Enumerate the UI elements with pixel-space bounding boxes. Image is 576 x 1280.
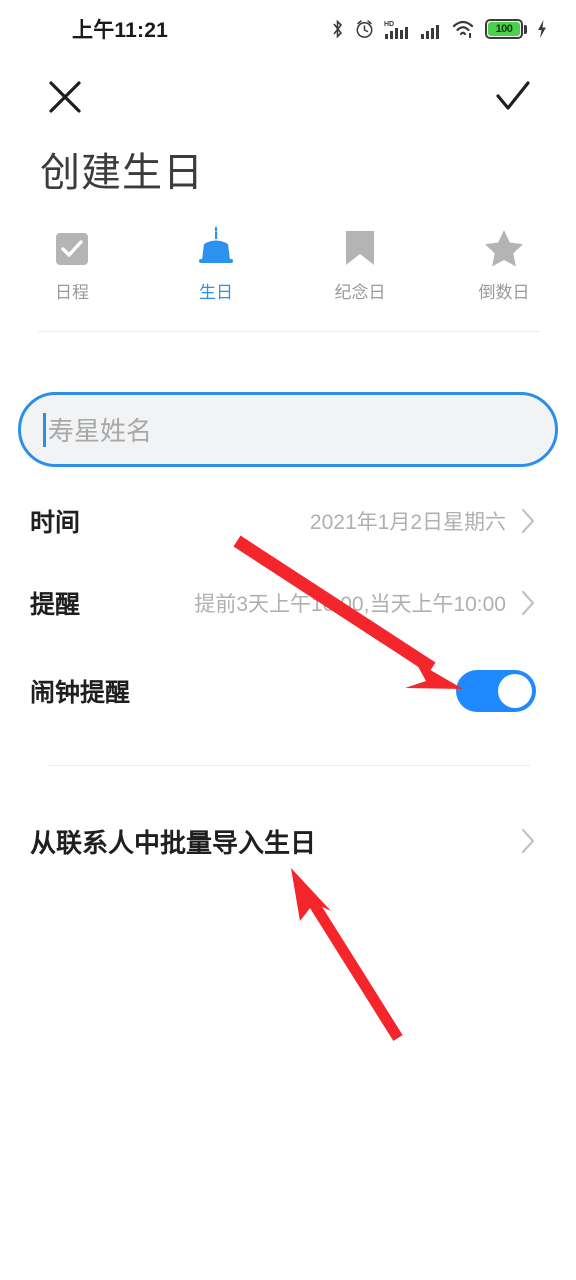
row-value-group: 提前3天上午10:00,当天上午10:00 bbox=[194, 588, 536, 618]
close-icon bbox=[49, 81, 81, 113]
type-tab-bar: 日程 生日 纪念日 倒数日 bbox=[0, 226, 576, 310]
row-reminder[interactable]: 提醒 提前3天上午10:00,当天上午10:00 bbox=[0, 572, 576, 634]
row-value: 提前3天上午10:00,当天上午10:00 bbox=[194, 593, 506, 616]
bluetooth-icon bbox=[333, 19, 343, 39]
row-label: 时间 bbox=[30, 509, 81, 537]
bookmark-icon bbox=[338, 228, 382, 268]
phone-screen: 上午11:21 HD 100 创建生日 日程 生日 纪念日 倒数日 寿星姓名 时… bbox=[0, 0, 576, 1280]
tab-label: 纪念日 bbox=[334, 283, 386, 302]
tab-countdown[interactable]: 倒数日 bbox=[432, 228, 576, 310]
row-alarm-reminder: 闹钟提醒 bbox=[0, 660, 576, 722]
action-bar bbox=[0, 60, 576, 132]
tab-label: 日程 bbox=[55, 283, 89, 302]
tab-anniversary[interactable]: 纪念日 bbox=[288, 228, 432, 310]
row-time[interactable]: 时间 2021年1月2日星期六 bbox=[0, 490, 576, 552]
divider-under-tabs bbox=[38, 331, 540, 332]
charging-bolt-icon bbox=[538, 20, 546, 38]
birthday-person-name-input[interactable]: 寿星姓名 bbox=[18, 392, 558, 467]
status-time: 上午11:21 bbox=[72, 19, 168, 42]
check-icon bbox=[496, 81, 530, 110]
checkbox-icon bbox=[50, 228, 94, 268]
page-title: 创建生日 bbox=[40, 151, 204, 195]
text-caret bbox=[43, 412, 46, 447]
status-icon-group: HD 100 bbox=[331, 18, 548, 40]
tab-birthday[interactable]: 生日 bbox=[144, 226, 288, 310]
row-value-group bbox=[520, 827, 536, 855]
row-label: 提醒 bbox=[30, 591, 81, 619]
alarm-icon bbox=[356, 19, 373, 38]
chevron-right-icon bbox=[521, 828, 535, 854]
chevron-right-icon bbox=[521, 508, 535, 534]
tab-schedule[interactable]: 日程 bbox=[0, 228, 144, 310]
tab-label: 倒数日 bbox=[478, 283, 530, 302]
wifi-icon bbox=[452, 20, 474, 38]
row-value: 2021年1月2日星期六 bbox=[309, 511, 506, 534]
cake-icon bbox=[194, 226, 238, 268]
tab-label: 生日 bbox=[199, 283, 233, 302]
alarm-reminder-toggle[interactable] bbox=[456, 670, 536, 712]
input-placeholder: 寿星姓名 bbox=[48, 416, 153, 446]
row-label: 从联系人中批量导入生日 bbox=[30, 827, 317, 858]
row-import-from-contacts[interactable]: 从联系人中批量导入生日 bbox=[0, 810, 576, 872]
svg-text:HD: HD bbox=[384, 21, 394, 28]
chevron-right-icon bbox=[521, 590, 535, 616]
close-button[interactable] bbox=[42, 74, 88, 120]
toggle-knob bbox=[498, 674, 532, 708]
divider-above-import bbox=[48, 765, 530, 766]
row-value-group: 2021年1月2日星期六 bbox=[310, 506, 536, 536]
confirm-button[interactable] bbox=[490, 74, 536, 120]
star-icon bbox=[482, 228, 526, 268]
status-bar: 上午11:21 HD 100 bbox=[0, 0, 576, 58]
battery-level-text: 100 bbox=[495, 23, 513, 35]
battery-icon: 100 bbox=[485, 19, 527, 39]
signal-icon bbox=[421, 25, 439, 39]
arrow-to-import-row bbox=[291, 868, 403, 1041]
row-label: 闹钟提醒 bbox=[30, 679, 131, 707]
hd-signal-icon: HD bbox=[384, 21, 408, 39]
